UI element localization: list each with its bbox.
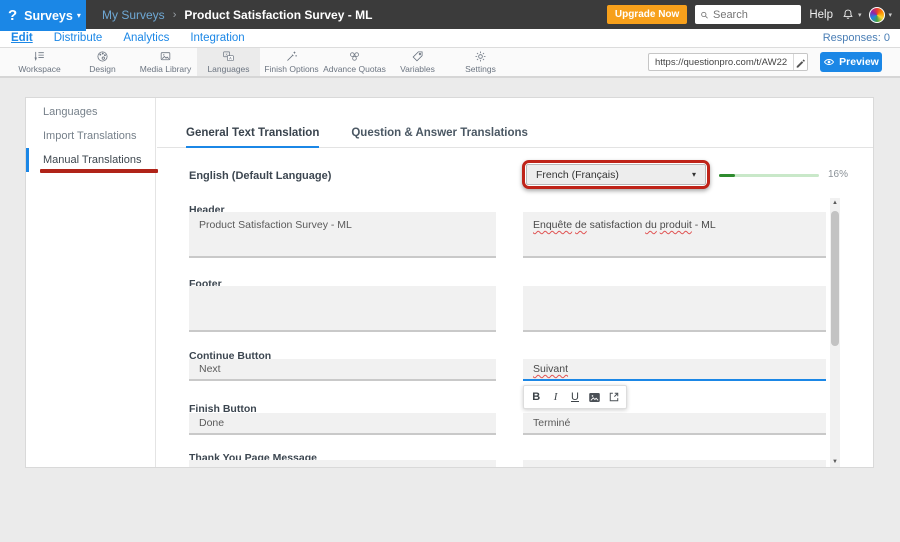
insert-link-button[interactable] xyxy=(605,388,623,407)
translations-sidebar: Languages Import Translations Manual Tra… xyxy=(26,98,156,467)
breadcrumb-separator: › xyxy=(173,9,177,21)
tool-variables[interactable]: Variables xyxy=(386,48,449,76)
edit-toolbar: Workspace Design Media Library xA Langua… xyxy=(0,48,900,78)
upgrade-now-button[interactable]: Upgrade Now xyxy=(607,5,687,24)
chevron-down-icon: ▾ xyxy=(77,11,81,20)
responses-count[interactable]: Responses: 0 xyxy=(823,32,890,44)
sidebar-item-languages[interactable]: Languages xyxy=(26,100,155,124)
finish-options-icon xyxy=(285,50,298,63)
account-menu[interactable]: ▾ xyxy=(869,7,892,23)
format-toolbar: B I U xyxy=(523,385,627,409)
scrollbar-thumb[interactable] xyxy=(831,211,839,346)
languages-icon: xA xyxy=(222,50,235,63)
advance-quotas-icon xyxy=(348,50,361,63)
preview-button[interactable]: Preview xyxy=(820,52,882,72)
search-icon xyxy=(700,10,709,20)
footer-translation-textarea[interactable] xyxy=(523,286,826,332)
nav-distribute[interactable]: Distribute xyxy=(54,32,103,44)
survey-url-box xyxy=(648,53,808,71)
annotation-underline xyxy=(40,169,158,173)
finish-source-input[interactable]: Done xyxy=(189,413,496,435)
sidebar-item-import-translations[interactable]: Import Translations xyxy=(26,124,155,148)
tool-workspace[interactable]: Workspace xyxy=(8,48,71,76)
product-name: Surveys xyxy=(24,9,73,23)
chevron-down-icon: ▾ xyxy=(858,11,862,19)
search-box[interactable] xyxy=(695,5,801,24)
nav-integration[interactable]: Integration xyxy=(190,32,244,44)
header-source-textarea[interactable]: Product Satisfaction Survey - ML xyxy=(189,212,496,258)
breadcrumb: My Surveys › Product Satisfaction Survey… xyxy=(102,0,372,29)
chevron-down-icon: ▾ xyxy=(888,11,892,19)
eye-icon xyxy=(823,56,835,68)
media-library-icon xyxy=(159,50,172,63)
italic-button[interactable]: I xyxy=(546,388,564,407)
nav-edit[interactable]: Edit xyxy=(11,32,33,44)
bell-icon xyxy=(841,8,855,22)
survey-url-input[interactable] xyxy=(649,54,793,70)
settings-icon xyxy=(474,50,487,63)
scroll-up-arrow-icon[interactable]: ▲ xyxy=(830,198,840,208)
surveys-product-menu[interactable]: ? Surveys ▾ xyxy=(0,0,86,31)
translations-panel: Languages Import Translations Manual Tra… xyxy=(25,97,874,468)
footer-source-textarea[interactable] xyxy=(189,286,496,332)
nav-analytics[interactable]: Analytics xyxy=(123,32,169,44)
content-scrollbar[interactable]: ▲ ▼ xyxy=(830,198,840,467)
variables-icon xyxy=(411,50,424,63)
tool-media-library[interactable]: Media Library xyxy=(134,48,197,76)
image-icon xyxy=(588,391,601,404)
tool-settings[interactable]: Settings xyxy=(449,48,512,76)
primary-nav: Edit Distribute Analytics Integration Re… xyxy=(0,29,900,48)
tool-advance-quotas[interactable]: Advance Quotas xyxy=(323,48,386,76)
workspace-icon xyxy=(33,50,46,63)
pencil-icon xyxy=(795,57,806,68)
external-link-icon xyxy=(608,391,620,403)
scroll-down-arrow-icon[interactable]: ▼ xyxy=(830,457,840,467)
annotation-highlight-box: French (Français) ▾ xyxy=(522,160,710,189)
tab-general-text-translation[interactable]: General Text Translation xyxy=(186,127,319,147)
top-bar: My Surveys › Product Satisfaction Survey… xyxy=(0,0,900,29)
progress-fill xyxy=(719,174,735,177)
header-translation-textarea[interactable]: Enquête de satisfaction du produit - ML xyxy=(523,212,826,258)
finish-translation-input[interactable]: Terminé xyxy=(523,413,826,435)
chevron-down-icon: ▾ xyxy=(692,170,696,179)
thank-you-source-textarea[interactable] xyxy=(189,460,496,468)
progress-percentage: 16% xyxy=(828,169,848,180)
target-language-select[interactable]: French (Français) ▾ xyxy=(526,164,706,185)
manual-translations-main: General Text Translation Question & Answ… xyxy=(157,98,873,467)
questionpro-logo: ? xyxy=(8,7,17,24)
tool-languages[interactable]: xA Languages xyxy=(197,48,260,76)
avatar xyxy=(869,7,885,23)
edit-url-button[interactable] xyxy=(793,54,807,70)
default-language-label: English (Default Language) xyxy=(189,170,331,182)
insert-image-button[interactable] xyxy=(585,388,603,407)
bold-button[interactable]: B xyxy=(527,388,545,407)
continue-translation-input[interactable]: Suivant xyxy=(523,359,826,381)
tab-question-answer-translations[interactable]: Question & Answer Translations xyxy=(351,127,528,147)
tool-finish-options[interactable]: Finish Options xyxy=(260,48,323,76)
translation-progress-bar xyxy=(719,174,819,177)
underline-button[interactable]: U xyxy=(566,388,584,407)
survey-title: Product Satisfaction Survey - ML xyxy=(184,8,372,22)
translation-tabs: General Text Translation Question & Answ… xyxy=(157,121,873,148)
notifications-menu[interactable]: ▾ xyxy=(841,8,862,22)
design-icon xyxy=(96,50,109,63)
continue-source-input[interactable]: Next xyxy=(189,359,496,381)
search-input[interactable] xyxy=(713,9,796,21)
breadcrumb-my-surveys[interactable]: My Surveys xyxy=(102,8,165,22)
thank-you-translation-textarea[interactable] xyxy=(523,460,826,468)
tool-design[interactable]: Design xyxy=(71,48,134,76)
help-link[interactable]: Help xyxy=(809,9,833,21)
